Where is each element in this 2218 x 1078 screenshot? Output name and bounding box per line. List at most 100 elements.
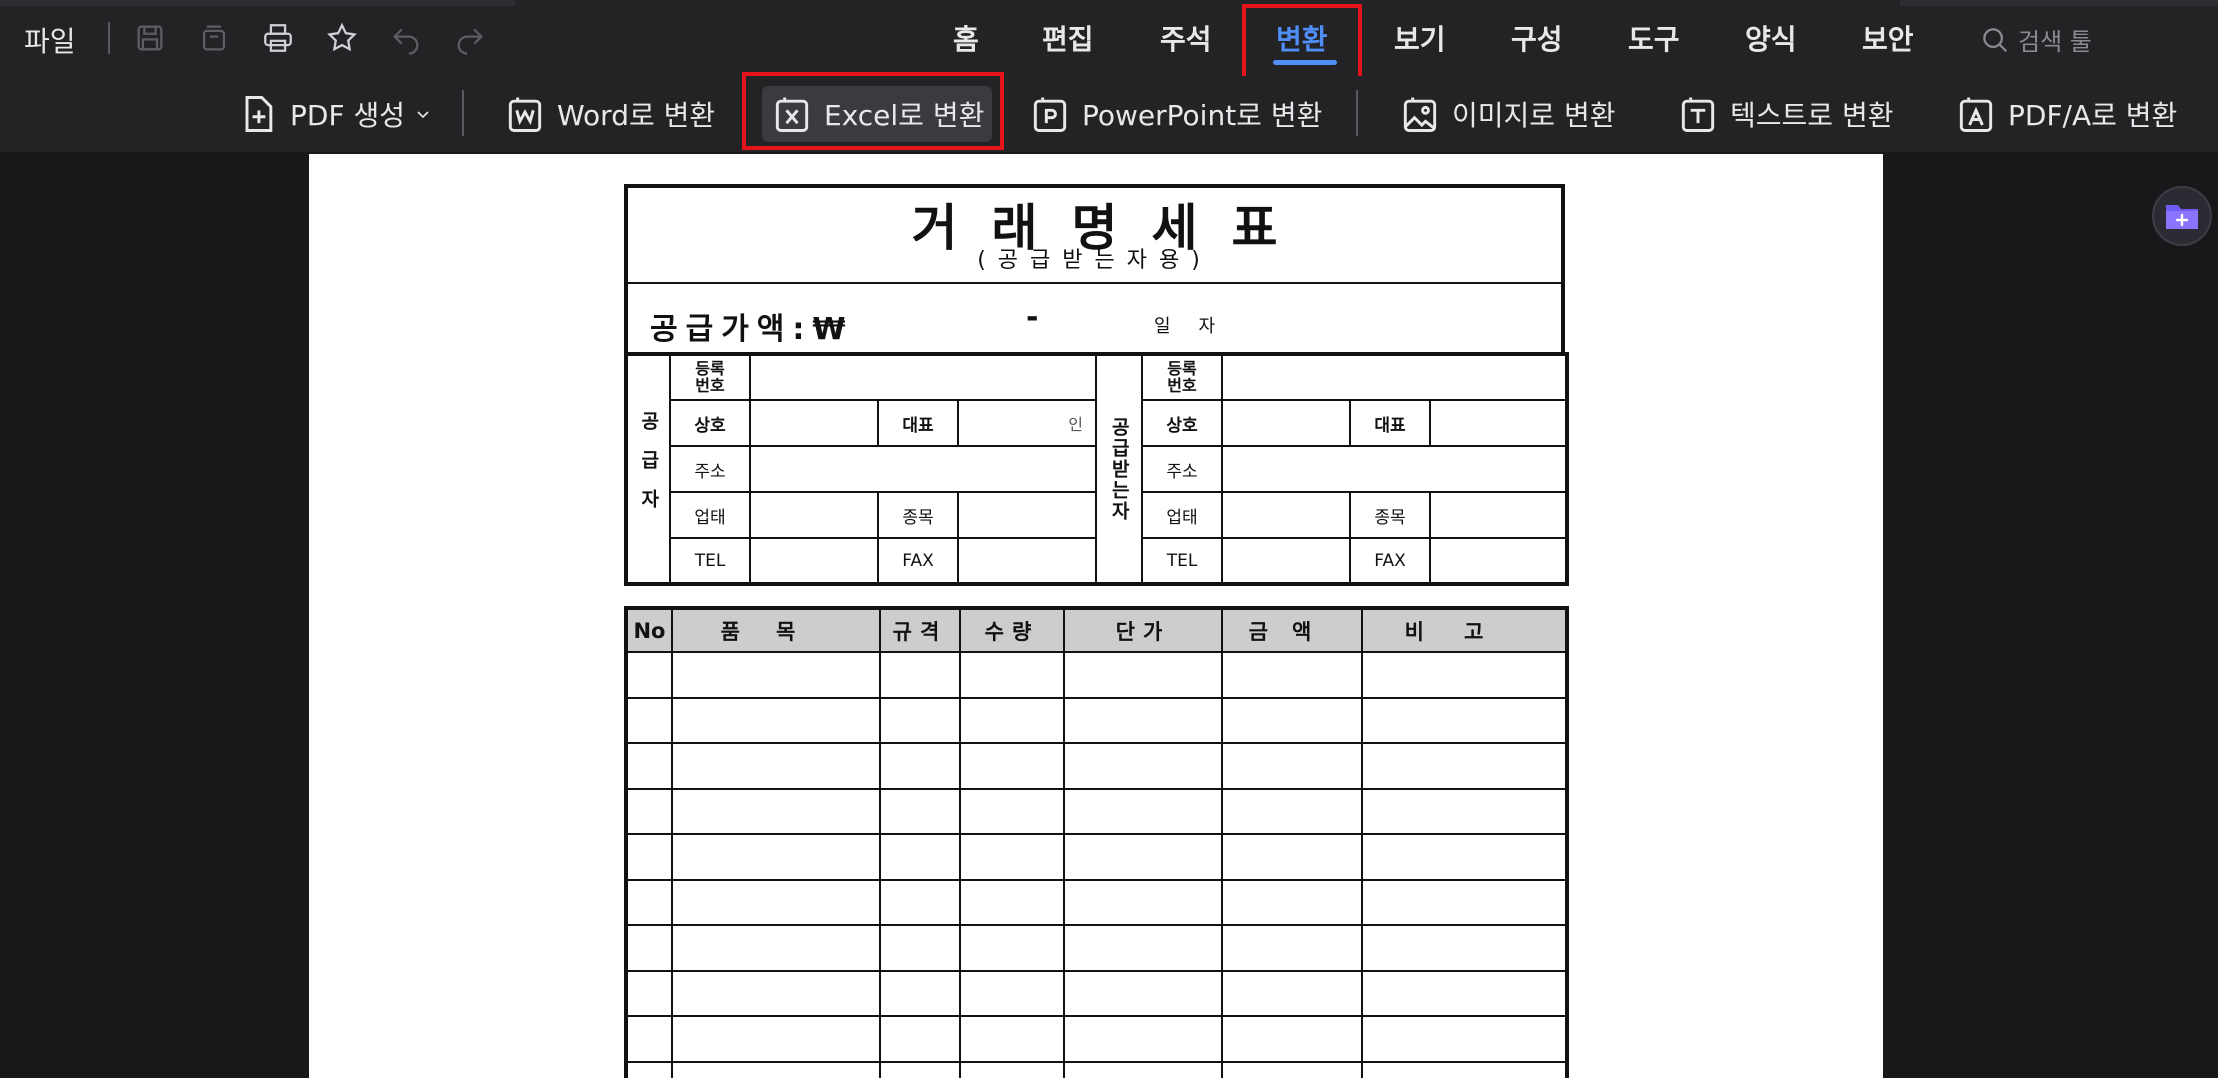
tab-tools[interactable]: 도구: [1628, 18, 1680, 58]
save-all-icon[interactable]: [196, 20, 232, 56]
menu-divider: [108, 22, 110, 54]
tab-home[interactable]: 홈: [953, 18, 979, 58]
items-body: [625, 651, 1568, 1078]
create-pdf-icon: [245, 96, 273, 132]
print-icon[interactable]: [260, 20, 296, 56]
company-label: 상호: [1141, 399, 1224, 447]
table-row: [625, 696, 1568, 744]
tel-label: TEL: [669, 537, 751, 585]
amount-row: 공급가액:₩ - 일자: [624, 282, 1565, 352]
document-page: 거래명세표 (공급받는자용) 공급가액:₩ - 일자 공급자 등록 번호 공급받는…: [309, 154, 1883, 1078]
supplier-company-value: [749, 399, 879, 447]
tab-forms[interactable]: 양식: [1745, 18, 1797, 58]
supply-amount-label: 공급가액:₩: [650, 312, 854, 347]
table-row: [625, 969, 1568, 1017]
supplier-reg-no-value: [748, 353, 1098, 401]
table-gap: [624, 586, 1565, 606]
item-type-label: 종목: [1349, 491, 1432, 539]
reg-no-label: 등록 번호: [1141, 353, 1224, 401]
pdfa-icon: [1959, 97, 1993, 132]
tel-label: TEL: [1141, 537, 1224, 585]
undo-icon[interactable]: [388, 20, 424, 56]
to-text-button[interactable]: 텍스트로 변환: [1668, 86, 1901, 142]
image-icon: [1403, 97, 1437, 132]
receiver-company-value: [1221, 399, 1352, 447]
items-header-row: No 품목 규격 수량 단가 금액 비고: [625, 607, 1568, 653]
to-image-label: 이미지로 변환: [1452, 99, 1616, 132]
col-no: No: [625, 607, 673, 653]
rep-label: 대표: [877, 399, 959, 447]
invoice-subtitle: (공급받는자용): [977, 248, 1212, 273]
menu-bar: 파일 홈 편집 주석 변환 보기 구성 도구 양식 보안 검색 툴: [0, 0, 2218, 76]
receiver-item-type-value: [1429, 491, 1569, 539]
reg-no-label: 등록 번호: [669, 353, 751, 401]
powerpoint-icon: [1033, 97, 1067, 132]
to-pdfa-button[interactable]: PDF/A로 변환: [1946, 86, 2185, 142]
table-row: [625, 787, 1568, 835]
col-spec: 규격: [879, 607, 961, 653]
to-powerpoint-label: PowerPoint로 변환: [1082, 99, 1323, 132]
redo-icon[interactable]: [452, 20, 488, 56]
receiver-rep-value: [1429, 399, 1569, 447]
to-pdfa-label: PDF/A로 변환: [2008, 99, 2178, 132]
star-icon[interactable]: [324, 20, 360, 56]
to-powerpoint-button[interactable]: PowerPoint로 변환: [1020, 86, 1330, 142]
tab-view[interactable]: 보기: [1394, 18, 1446, 58]
titlebar-strip-right: [1900, 0, 2218, 6]
tab-comment[interactable]: 주석: [1160, 18, 1212, 58]
col-amount: 금액: [1221, 607, 1363, 653]
supplier-item-type-value: [956, 491, 1098, 539]
toolbar-divider: [462, 90, 464, 136]
address-label: 주소: [1141, 445, 1224, 493]
receiver-reg-no-value: [1221, 353, 1569, 401]
receiver-address-value: [1221, 445, 1569, 493]
fax-label: FAX: [877, 537, 959, 585]
item-type-label: 종목: [877, 491, 959, 539]
company-label: 상호: [669, 399, 751, 447]
col-remarks: 비고: [1361, 607, 1568, 653]
supplier-business-value: [749, 491, 879, 539]
folder-plus-icon: [2166, 205, 2198, 229]
supplier-label: 공급자: [625, 353, 671, 585]
fax-label: FAX: [1349, 537, 1432, 585]
supplier-tel-value: [749, 537, 879, 585]
to-excel-highlight: [742, 72, 1004, 150]
toolbar-divider: [1356, 90, 1358, 136]
supplier-fax-value: [956, 537, 1098, 585]
search-placeholder: 검색 툴: [2018, 28, 2092, 56]
tab-edit[interactable]: 편집: [1042, 18, 1094, 58]
to-word-button[interactable]: Word로 변환: [495, 86, 723, 142]
text-icon: [1681, 97, 1715, 132]
rep-label: 대표: [1349, 399, 1432, 447]
table-row: [625, 833, 1568, 881]
to-text-label: 텍스트로 변환: [1730, 99, 1894, 132]
word-icon: [508, 97, 542, 132]
tab-security[interactable]: 보안: [1862, 18, 1914, 58]
create-pdf-label: PDF 생성: [290, 99, 405, 132]
to-word-label: Word로 변환: [557, 99, 716, 132]
convert-toolbar: PDF 생성 Word로 변환 Excel로 변환 PowerPoint로 변환…: [0, 76, 2218, 152]
table-row: [625, 742, 1568, 790]
table-row: [625, 1060, 1568, 1078]
items-table: No 품목 규격 수량 단가 금액 비고: [624, 606, 1569, 1078]
titlebar-strip: [0, 0, 515, 6]
tab-convert-highlight: [1242, 4, 1362, 84]
date-label: 일자: [1154, 316, 1244, 337]
ai-assistant-button[interactable]: [2152, 186, 2212, 246]
business-label: 업태: [1141, 491, 1224, 539]
file-menu[interactable]: 파일: [24, 20, 76, 60]
seal-mark: 인: [956, 399, 1098, 447]
invoice-header: 거래명세표 (공급받는자용): [624, 184, 1565, 282]
table-row: [625, 651, 1568, 699]
tab-organize[interactable]: 구성: [1511, 18, 1563, 58]
to-image-button[interactable]: 이미지로 변환: [1390, 86, 1623, 142]
supply-amount-dash: -: [1026, 300, 1039, 335]
receiver-business-value: [1221, 491, 1352, 539]
search-icon: [1983, 27, 2008, 52]
create-pdf-button[interactable]: PDF 생성: [228, 86, 439, 142]
tool-search[interactable]: 검색 툴: [1980, 22, 2092, 57]
receiver-tel-value: [1221, 537, 1352, 585]
receiver-fax-value: [1429, 537, 1569, 585]
save-icon[interactable]: [132, 20, 168, 56]
invoice-form: 거래명세표 (공급받는자용) 공급가액:₩ - 일자 공급자 등록 번호 공급받는…: [624, 184, 1570, 1078]
